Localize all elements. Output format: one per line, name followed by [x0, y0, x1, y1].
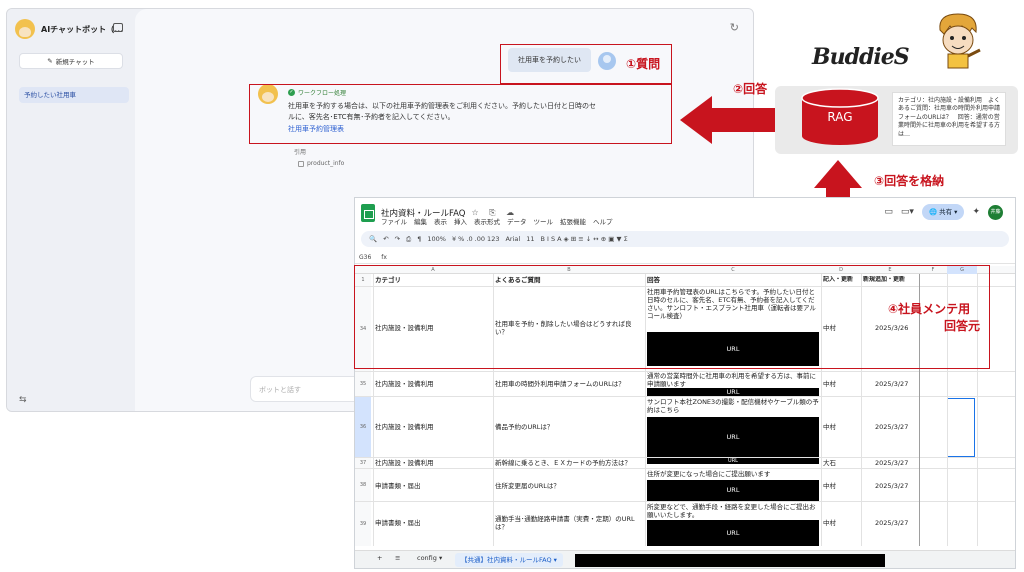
- add-sheet-icon[interactable]: +: [377, 554, 382, 562]
- menu-data[interactable]: データ: [507, 216, 527, 226]
- row39-answer[interactable]: 所変更などで、通勤手段・経路を変更した場合にご提出お願いいたします。: [647, 503, 819, 519]
- row36-question[interactable]: 備品予約のURLは？: [495, 423, 643, 431]
- menu-extensions[interactable]: 拡張機能: [560, 216, 586, 226]
- row39-url[interactable]: URL: [647, 520, 819, 546]
- search-icon[interactable]: 🔍: [369, 235, 377, 243]
- gemini-icon[interactable]: ✦: [972, 207, 980, 217]
- share-label: 共有: [939, 208, 953, 216]
- currency-icon[interactable]: ¥ % .0 .00 123: [452, 235, 500, 243]
- row35-question[interactable]: 社用車の時間外利用申請フォームのURLは？: [495, 380, 643, 388]
- all-sheets-icon[interactable]: ≡: [395, 554, 400, 562]
- sheet-menu-bar: ファイル 編集 表示 挿入 表示形式 データ ツール 拡張機能 ヘルプ: [381, 216, 613, 226]
- row-num-35[interactable]: 35: [355, 372, 371, 396]
- row37-person[interactable]: 大石: [823, 459, 836, 467]
- rag-note: カテゴリ：社内施設・設備利用 よくあるご質問：社用車の時間外利用申請フォームのU…: [892, 92, 1006, 146]
- row36-date[interactable]: 2025/3/27: [875, 423, 908, 431]
- menu-insert[interactable]: 挿入: [454, 216, 467, 226]
- row38-answer[interactable]: 住所が変更になった場合にご提出願います: [647, 470, 819, 480]
- row37-category[interactable]: 社内施設・設備利用: [375, 459, 434, 467]
- rag-label: RAG: [827, 110, 853, 124]
- row-num-37[interactable]: 37: [355, 458, 371, 468]
- user-avatar[interactable]: 井藤: [988, 204, 1003, 220]
- zoom-select[interactable]: 100%: [427, 235, 446, 243]
- row37-question[interactable]: 新幹線に乗るとき、ＥＸカードの予約方法は？: [495, 459, 643, 467]
- meet-icon[interactable]: ▭▾: [901, 207, 914, 217]
- grid-line: [355, 501, 1015, 502]
- row35-category[interactable]: 社内施設・設備利用: [375, 380, 434, 388]
- grid-line: [355, 396, 1015, 397]
- sheet-header-actions: ▭ ▭▾ 🌐 共有 ▾ ✦ 井藤: [884, 204, 1003, 220]
- row39-date[interactable]: 2025/3/27: [875, 519, 908, 527]
- spreadsheet-window: 社内資料・ルールFAQ ☆ ⎘ ☁ ファイル 編集 表示 挿入 表示形式 データ…: [354, 197, 1016, 569]
- row38-question[interactable]: 住所変更届のURLは？: [495, 482, 643, 490]
- menu-view[interactable]: 表示: [434, 216, 447, 226]
- share-button[interactable]: 🌐 共有 ▾: [921, 204, 965, 220]
- maintain-highlight-box: [354, 265, 990, 369]
- row35-date[interactable]: 2025/3/27: [875, 380, 908, 388]
- row-num-36[interactable]: 36: [355, 397, 371, 457]
- tab-faq-label: 【共通】社内資料・ルールFAQ: [461, 556, 552, 564]
- tab-config-label: config: [417, 554, 437, 562]
- sheet-toolbar: 🔍 ↶ ↷ ⎙ ¶ 100% ¥ % .0 .00 123 Arial 11 B…: [361, 231, 1009, 247]
- row35-person[interactable]: 中村: [823, 380, 836, 388]
- tab-faq[interactable]: 【共通】社内資料・ルールFAQ ▾: [455, 553, 563, 567]
- row-num-39[interactable]: 39: [355, 502, 371, 546]
- answer-arrow: [680, 96, 786, 144]
- row38-date[interactable]: 2025/3/27: [875, 482, 908, 490]
- tab-config[interactable]: config ▾: [417, 554, 442, 562]
- row37-url[interactable]: URL: [647, 458, 819, 464]
- row38-category[interactable]: 申請書類・届出: [375, 482, 421, 490]
- comment-icon[interactable]: ▭: [884, 207, 893, 217]
- buddies-logo: BuddieS: [812, 44, 910, 70]
- row36-category[interactable]: 社内施設・設備利用: [375, 423, 434, 431]
- mascot-icon: [939, 13, 981, 69]
- menu-edit[interactable]: 編集: [414, 216, 427, 226]
- row39-question[interactable]: 通勤手当･通勤経路申請書（実費・定期）のURLは？: [495, 515, 643, 531]
- redacted-tabs: [575, 554, 885, 567]
- grid-line: [355, 468, 1015, 469]
- row36-answer[interactable]: サンロフト本社ZONE3の撮影・配信機材やケーブル類の予約はこちら: [647, 398, 819, 416]
- row36-person[interactable]: 中村: [823, 423, 836, 431]
- cell-ref[interactable]: G36: [359, 254, 371, 261]
- row35-answer[interactable]: 通常の営業時間外に社用車の利用を希望する方は、事前に申請願います: [647, 372, 819, 388]
- maintain-annotation-line1: ④社員メンテ用: [888, 302, 971, 316]
- formula-bar: G36 fx: [355, 252, 1015, 264]
- font-select[interactable]: Arial: [505, 235, 520, 243]
- print-icon[interactable]: ⎙: [406, 235, 411, 244]
- screenshot-root: AIチャットボット（... ✎ 新規チャット 予約したい社用車 ⇆ ↻ 社用車を…: [0, 0, 1024, 572]
- row35-url[interactable]: URL: [647, 388, 819, 396]
- format-icons[interactable]: B I S A ◈ ⊞ ≡ ↓ ↔ ⊕ ▣ ▼ Σ: [540, 235, 627, 243]
- menu-format[interactable]: 表示形式: [474, 216, 500, 226]
- menu-help[interactable]: ヘルプ: [593, 216, 613, 226]
- menu-tools[interactable]: ツール: [534, 216, 554, 226]
- fx-icon: fx: [381, 254, 387, 261]
- row36-url[interactable]: URL: [647, 417, 819, 457]
- sheets-logo-icon: [361, 204, 375, 222]
- menu-file[interactable]: ファイル: [381, 216, 407, 226]
- undo-icon[interactable]: ↶: [383, 235, 388, 243]
- row-num-38[interactable]: 38: [355, 469, 371, 501]
- row38-person[interactable]: 中村: [823, 482, 836, 490]
- row39-person[interactable]: 中村: [823, 519, 836, 527]
- row37-date[interactable]: 2025/3/27: [875, 459, 908, 467]
- selected-cell-g36[interactable]: [947, 398, 975, 457]
- row38-url[interactable]: URL: [647, 480, 819, 501]
- row39-category[interactable]: 申請書類・届出: [375, 519, 421, 527]
- redo-icon[interactable]: ↷: [395, 235, 400, 243]
- paint-format-icon[interactable]: ¶: [417, 235, 421, 243]
- sheet-tabs-bar: + ≡ config ▾ 【共通】社内資料・ルールFAQ ▾: [355, 550, 1015, 568]
- maintain-annotation-line2: 回答元: [944, 319, 981, 333]
- font-size-field[interactable]: 11: [526, 235, 534, 243]
